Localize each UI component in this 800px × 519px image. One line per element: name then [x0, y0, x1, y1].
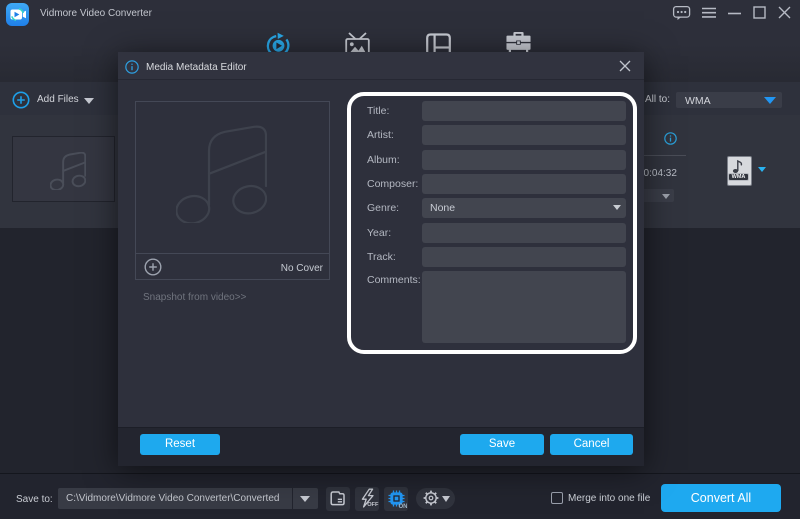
svg-text:ON: ON — [399, 504, 408, 509]
svg-text:OFF: OFF — [367, 502, 379, 508]
